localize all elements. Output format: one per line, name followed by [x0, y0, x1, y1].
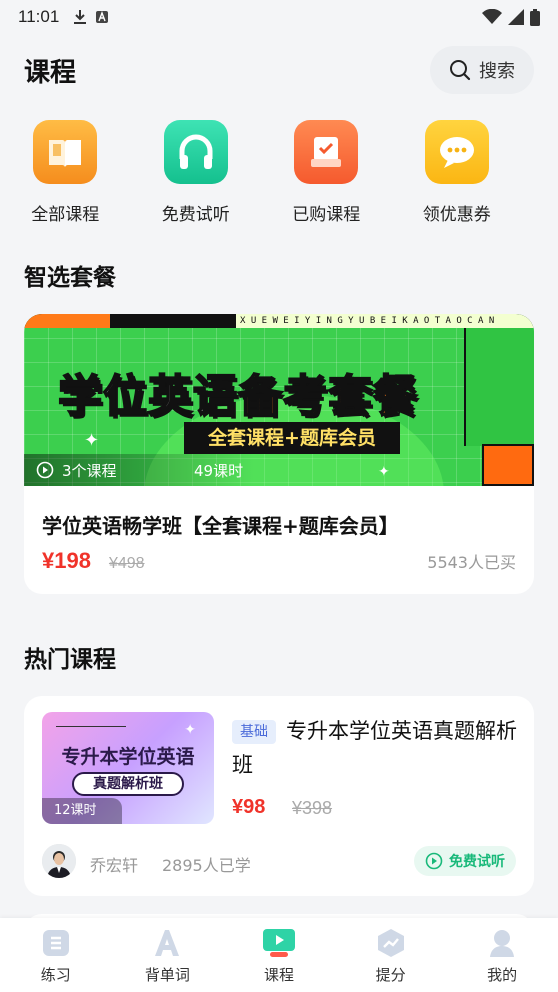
hot-section-title: 热门课程: [24, 647, 116, 673]
tab-label: 课程: [263, 966, 294, 984]
course-thumbnail: ✦ 专升本学位英语 真题解析班 12课时: [42, 712, 214, 824]
tab-label: 我的: [487, 966, 518, 984]
course-card[interactable]: ✦ 专升本学位英语 真题解析班 12课时 专升本学位英语真题解析班 基础 ¥98…: [24, 696, 534, 896]
sparkle-icon: ✦: [378, 464, 390, 480]
package-price-row: ¥198 ¥498 5543人已买: [42, 548, 516, 574]
course-learners: 2895人已学: [162, 856, 251, 875]
purchased-box-icon: [294, 120, 359, 184]
free-trial-button[interactable]: 免费试听: [414, 846, 516, 876]
profile-icon: [490, 930, 515, 957]
thumb-title: 专升本学位英语: [61, 746, 195, 768]
tab-label: 提分: [375, 966, 406, 984]
book-icon: [33, 120, 98, 184]
page-title: 课程: [24, 57, 77, 88]
quick-nav: 全部课程 免费试听 已购课程 领优惠券: [0, 120, 558, 230]
banner-info-bar: 3个课程 49课时: [24, 454, 254, 486]
package-card[interactable]: XUEWEIYINGYUBEIKAOTAOCAN 学位英语备考套餐 全套课程+题…: [24, 314, 534, 594]
quick-all-courses[interactable]: 全部课程: [0, 120, 131, 230]
signal-icon: [508, 9, 524, 25]
search-icon: [450, 60, 471, 81]
banner-title: 学位英语备考套餐: [57, 360, 418, 424]
package-name: 学位英语畅学班【全套课程+题库会员】: [42, 514, 399, 538]
banner-title-white: 学位英语: [57, 370, 238, 423]
banner-letters: XUEWEIYINGYUBEIKAOTAOCAN: [236, 314, 534, 328]
search-label: 搜索: [479, 61, 515, 82]
package-buyers: 5543人已买: [427, 553, 516, 572]
package-price: ¥198: [42, 548, 91, 573]
score-boost-icon: [377, 929, 404, 957]
free-trial-label: 免费试听: [449, 854, 505, 870]
tab-profile[interactable]: 我的: [446, 918, 558, 992]
banner-course-count: 3个课程: [62, 461, 117, 480]
banner-title-orange: 备考套餐: [237, 370, 418, 423]
bottom-tab-bar: 练习 背单词 课程 提分 我的: [0, 918, 558, 992]
wifi-icon: [482, 9, 502, 24]
download-icon: [74, 10, 87, 24]
practice-icon: [42, 930, 69, 956]
teacher-avatar: [42, 844, 76, 878]
battery-icon: [530, 8, 540, 26]
quick-label: 免费试听: [161, 205, 230, 225]
header: 课程 搜索: [0, 40, 558, 100]
quick-label: 全部课程: [31, 205, 100, 225]
course-price: ¥98: [232, 796, 266, 818]
teacher-name: 乔宏轩: [90, 856, 139, 875]
sparkle-icon: ✦: [84, 430, 100, 451]
quick-label: 领优惠券: [422, 205, 491, 225]
chat-coupon-icon: [424, 120, 489, 184]
tab-vocabulary[interactable]: 背单词: [112, 918, 224, 992]
app-notification-icon: [96, 11, 109, 23]
headphones-icon: [163, 120, 228, 184]
search-button[interactable]: 搜索: [430, 46, 534, 94]
package-original-price: ¥498: [108, 555, 145, 572]
sparkle-icon: ✦: [184, 722, 196, 738]
status-time: 11:01: [18, 7, 60, 26]
play-circle-icon: [425, 852, 443, 870]
package-section-title: 智选套餐: [24, 265, 116, 291]
play-circle-icon: [36, 461, 54, 479]
quick-purchased[interactable]: 已购课程: [261, 120, 392, 230]
quick-label: 已购课程: [292, 205, 361, 225]
banner-hours: 49课时: [194, 461, 244, 480]
quick-free-trial[interactable]: 免费试听: [131, 120, 262, 230]
thumb-subtitle: 真题解析班: [72, 772, 184, 796]
tab-course[interactable]: 课程: [223, 918, 335, 992]
course-play-icon: [262, 929, 295, 957]
vocabulary-icon: [155, 930, 180, 956]
thumb-hours: 12课时: [42, 798, 122, 824]
package-banner: XUEWEIYINGYUBEIKAOTAOCAN 学位英语备考套餐 全套课程+题…: [24, 314, 534, 486]
banner-subtitle: 全套课程+题库会员: [184, 422, 400, 454]
course-level-tag: 基础: [232, 720, 276, 744]
tab-label: 背单词: [144, 966, 190, 984]
course-original-price: ¥398: [292, 798, 333, 818]
tab-practice[interactable]: 练习: [0, 918, 112, 992]
tab-label: 练习: [40, 966, 71, 984]
tab-score[interactable]: 提分: [335, 918, 447, 992]
quick-coupons[interactable]: 领优惠券: [392, 120, 523, 230]
status-bar: 11:01: [0, 0, 558, 34]
